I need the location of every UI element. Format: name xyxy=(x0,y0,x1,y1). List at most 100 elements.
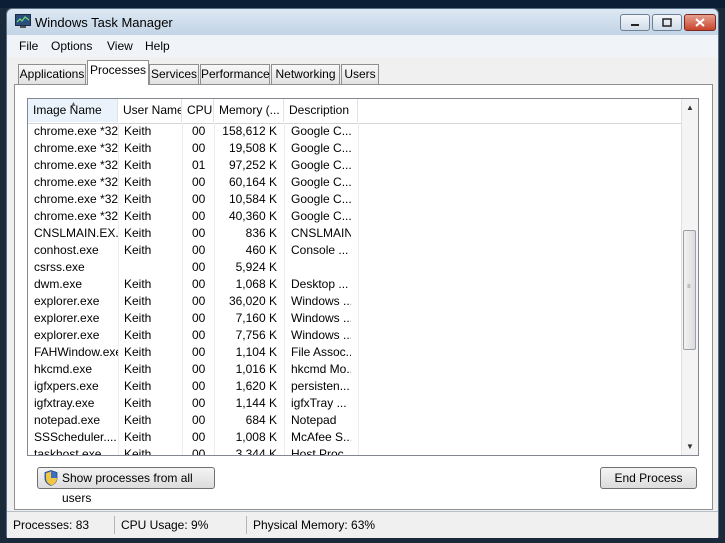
process-cpu: 00 xyxy=(192,447,206,456)
table-row[interactable]: chrome.exe *32 Keith 00 10,584 K Google C... xyxy=(28,191,698,208)
process-description: File Assoc... xyxy=(291,345,351,359)
process-user: Keith xyxy=(124,447,152,456)
process-memory: 7,160 K xyxy=(235,311,277,325)
process-description: persisten... xyxy=(291,379,350,393)
table-row[interactable]: hkcmd.exe Keith 00 1,016 K hkcmd Mo... xyxy=(28,361,698,378)
process-memory: 1,068 K xyxy=(235,277,277,291)
status-bar: Processes: 83 CPU Usage: 9% Physical Mem… xyxy=(7,511,718,538)
table-row[interactable]: explorer.exe Keith 00 7,756 K Windows ... xyxy=(28,327,698,344)
table-row[interactable]: explorer.exe Keith 00 36,020 K Windows ... xyxy=(28,293,698,310)
process-cpu: 00 xyxy=(192,328,206,342)
process-cpu: 00 xyxy=(192,124,206,138)
tab-networking[interactable]: Networking xyxy=(271,64,340,84)
process-name: FAHWindow.exe xyxy=(34,345,118,359)
menu-view[interactable]: View xyxy=(107,39,133,53)
process-name: CNSLMAIN.EX... xyxy=(34,226,118,240)
title-bar[interactable]: Windows Task Manager xyxy=(7,9,718,35)
table-row[interactable]: SSScheduler.... Keith 00 1,008 K McAfee S... xyxy=(28,429,698,446)
process-memory: 5,924 K xyxy=(235,260,277,274)
table-row[interactable]: igfxpers.exe Keith 00 1,620 K persisten... xyxy=(28,378,698,395)
process-name: chrome.exe *32 xyxy=(34,141,118,155)
process-user: Keith xyxy=(124,362,152,376)
scroll-thumb[interactable]: ≡ xyxy=(683,230,696,350)
sort-up-arrow-icon: ▲ xyxy=(70,101,77,108)
scroll-up-arrow-icon[interactable]: ▲ xyxy=(682,99,698,116)
table-row[interactable]: notepad.exe Keith 00 684 K Notepad xyxy=(28,412,698,429)
process-cpu: 00 xyxy=(192,345,206,359)
process-name: hkcmd.exe xyxy=(34,362,93,376)
table-row[interactable]: FAHWindow.exe Keith 00 1,104 K File Assoc... xyxy=(28,344,698,361)
maximize-button[interactable] xyxy=(652,14,682,31)
table-row[interactable]: chrome.exe *32 Keith 00 19,508 K Google C... xyxy=(28,140,698,157)
process-memory: 836 K xyxy=(245,226,277,240)
column-memory[interactable]: Memory (... xyxy=(214,99,284,122)
process-memory: 1,016 K xyxy=(235,362,277,376)
process-name: notepad.exe xyxy=(34,413,101,427)
process-name: chrome.exe *32 xyxy=(34,209,118,223)
process-cpu: 00 xyxy=(192,209,206,223)
table-row[interactable]: chrome.exe *32 Keith 00 40,360 K Google C... xyxy=(28,208,698,225)
process-user: Keith xyxy=(124,294,152,308)
maximize-icon xyxy=(662,18,672,27)
process-name: chrome.exe *32 xyxy=(34,158,118,172)
process-list[interactable]: ▲ Image Name User Name CPU Memory (... D… xyxy=(27,98,699,456)
process-memory: 1,008 K xyxy=(235,430,277,444)
process-name: chrome.exe *32 xyxy=(34,192,118,206)
process-memory: 19,508 K xyxy=(228,141,277,155)
end-process-button[interactable]: End Process xyxy=(600,467,697,489)
process-memory: 1,620 K xyxy=(235,379,277,393)
process-cpu: 00 xyxy=(192,311,206,325)
column-user-name[interactable]: User Name xyxy=(118,99,182,122)
close-icon xyxy=(695,18,705,27)
table-row[interactable]: chrome.exe *32 Keith 01 97,252 K Google C... xyxy=(28,157,698,174)
process-description: Google C... xyxy=(291,175,351,189)
table-row[interactable]: chrome.exe *32 Keith 00 158,612 K Google C..… xyxy=(28,123,698,140)
process-user: Keith xyxy=(124,311,152,325)
menu-help[interactable]: Help xyxy=(145,39,170,53)
tab-services[interactable]: Services xyxy=(149,64,199,84)
table-row[interactable]: CNSLMAIN.EX... Keith 00 836 K CNSLMAIN xyxy=(28,225,698,242)
tab-performance[interactable]: Performance xyxy=(200,64,270,84)
table-row[interactable]: taskhost.exe Keith 00 3,344 K Host Proc... xyxy=(28,446,698,456)
tab-processes[interactable]: Processes xyxy=(87,60,149,85)
table-row[interactable]: csrss.exe 00 5,924 K xyxy=(28,259,698,276)
column-description[interactable]: Description xyxy=(284,99,358,122)
menu-bar: File Options View Help xyxy=(7,35,718,57)
minimize-button[interactable] xyxy=(620,14,650,31)
process-description: Google C... xyxy=(291,209,351,223)
menu-options[interactable]: Options xyxy=(51,39,92,53)
tab-applications[interactable]: Applications xyxy=(18,64,86,84)
column-cpu[interactable]: CPU xyxy=(182,99,214,122)
process-description: McAfee S... xyxy=(291,430,351,444)
process-user: Keith xyxy=(124,413,152,427)
process-memory: 158,612 K xyxy=(222,124,277,138)
client-area: Applications Processes Services Performa… xyxy=(7,57,718,523)
column-image-name[interactable]: ▲ Image Name xyxy=(28,99,118,122)
table-row[interactable]: chrome.exe *32 Keith 00 60,164 K Google C... xyxy=(28,174,698,191)
process-description: Windows ... xyxy=(291,328,351,342)
process-description: Notepad xyxy=(291,413,337,427)
process-name: SSScheduler.... xyxy=(34,430,117,444)
process-memory: 10,584 K xyxy=(228,192,277,206)
table-row[interactable]: explorer.exe Keith 00 7,160 K Windows ... xyxy=(28,310,698,327)
process-user: Keith xyxy=(124,226,152,240)
vertical-scrollbar[interactable]: ▲ ≡ ▼ xyxy=(681,99,698,455)
process-description: Windows ... xyxy=(291,311,351,325)
process-cpu: 00 xyxy=(192,175,206,189)
close-button[interactable] xyxy=(684,14,716,31)
process-name: explorer.exe xyxy=(34,311,100,325)
process-user: Keith xyxy=(124,175,152,189)
table-row[interactable]: dwm.exe Keith 00 1,068 K Desktop ... xyxy=(28,276,698,293)
show-all-processes-button[interactable]: Show processes from all users xyxy=(37,467,215,505)
table-row[interactable]: conhost.exe Keith 00 460 K Console ... xyxy=(28,242,698,259)
status-physical-memory: Physical Memory: 63% xyxy=(253,518,376,532)
scroll-down-arrow-icon[interactable]: ▼ xyxy=(682,438,698,455)
process-cpu: 00 xyxy=(192,192,206,206)
menu-file[interactable]: File xyxy=(19,39,38,53)
process-name: explorer.exe xyxy=(34,294,100,308)
task-manager-icon xyxy=(15,14,31,28)
tab-users[interactable]: Users xyxy=(341,64,379,84)
table-row[interactable]: igfxtray.exe Keith 00 1,144 K igfxTray ... xyxy=(28,395,698,412)
process-user: Keith xyxy=(124,158,152,172)
process-description: Desktop ... xyxy=(291,277,349,291)
